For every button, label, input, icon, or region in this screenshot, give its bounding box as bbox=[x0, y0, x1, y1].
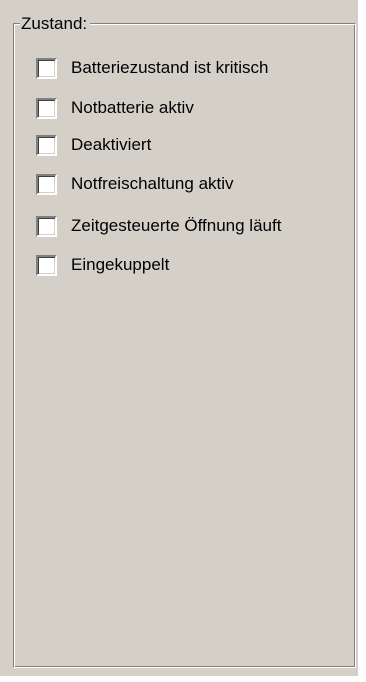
checkbox-box[interactable] bbox=[36, 57, 57, 79]
window-edge-right bbox=[358, 0, 366, 682]
checkbox-emergency-release[interactable]: Notfreischaltung aktiv bbox=[36, 173, 234, 195]
checkbox-label: Batteriezustand ist kritisch bbox=[71, 58, 269, 77]
checkbox-battery-critical[interactable]: Batteriezustand ist kritisch bbox=[36, 57, 269, 79]
checkbox-engaged[interactable]: Eingekuppelt bbox=[36, 254, 170, 276]
checkbox-box[interactable] bbox=[36, 134, 57, 156]
checkbox-box[interactable] bbox=[36, 173, 57, 195]
checkbox-label: Notfreischaltung aktiv bbox=[71, 174, 234, 193]
checkbox-box[interactable] bbox=[36, 97, 57, 119]
checkbox-box[interactable] bbox=[36, 254, 57, 276]
checkbox-emergency-battery[interactable]: Notbatterie aktiv bbox=[36, 97, 194, 119]
checkbox-timed-opening[interactable]: Zeitgesteuerte Öffnung läuft bbox=[36, 215, 282, 237]
checkbox-deactivated[interactable]: Deaktiviert bbox=[36, 134, 152, 156]
status-groupbox bbox=[13, 23, 356, 668]
checkbox-label: Zeitgesteuerte Öffnung läuft bbox=[71, 216, 282, 235]
checkbox-box[interactable] bbox=[36, 215, 57, 237]
groupbox-title: Zustand: bbox=[20, 14, 91, 33]
checkbox-label: Deaktiviert bbox=[71, 135, 152, 154]
checkbox-label: Notbatterie aktiv bbox=[71, 98, 194, 117]
checkbox-label: Eingekuppelt bbox=[71, 255, 170, 274]
window-edge-bottom bbox=[0, 676, 366, 682]
